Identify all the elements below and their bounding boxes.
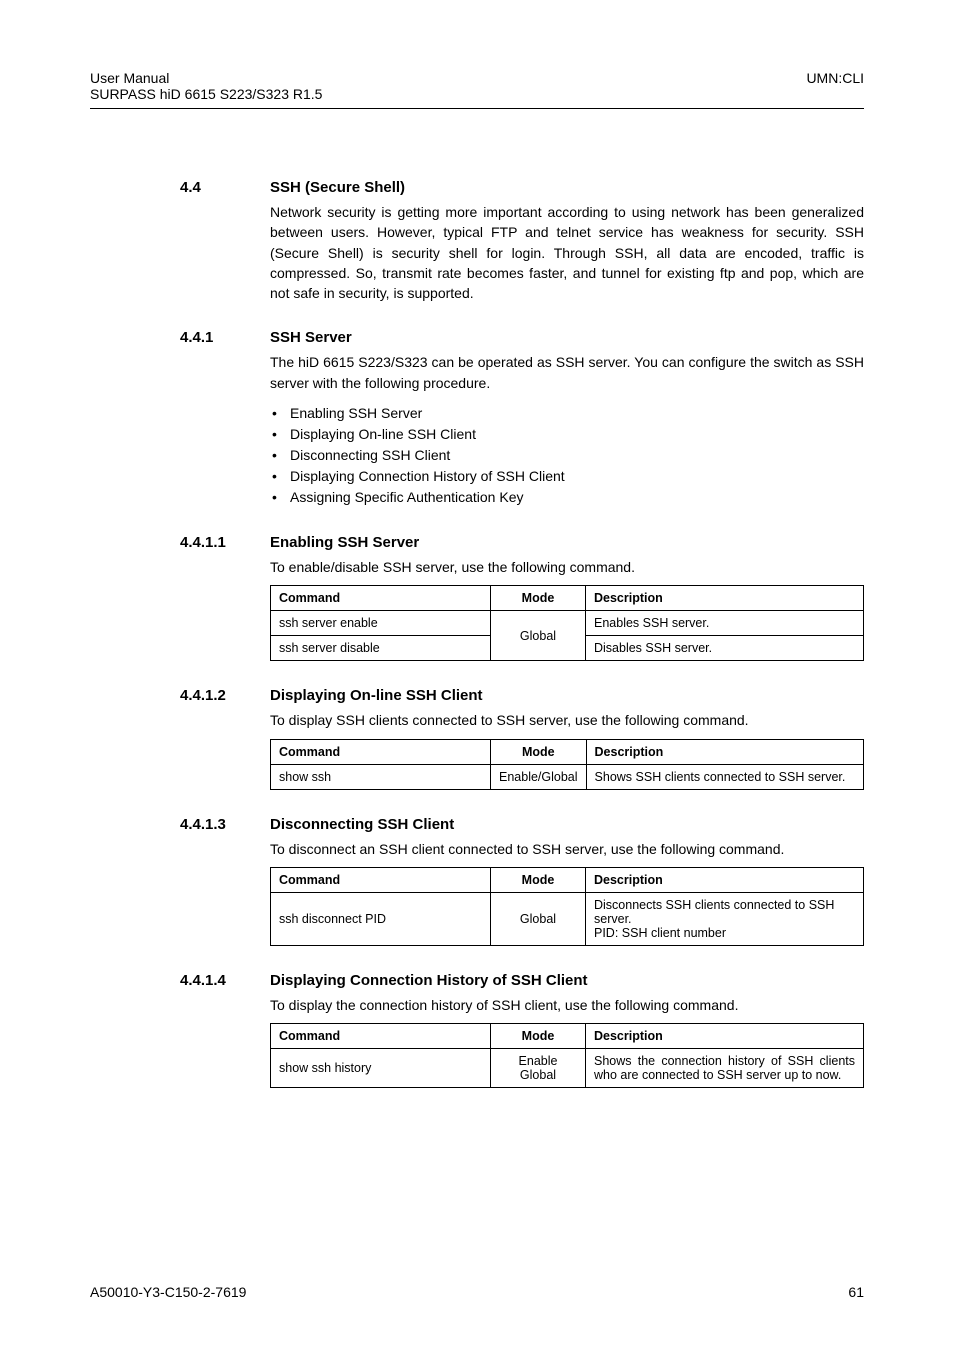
cell-mode: Enable/Global — [491, 764, 587, 789]
cell-command: ssh server disable — [271, 636, 491, 661]
header-right: UMN:CLI — [806, 70, 864, 102]
table-header-row: Command Mode Description — [271, 586, 864, 611]
command-table: Command Mode Description show ssh Enable… — [270, 739, 864, 790]
list-item: Displaying Connection History of SSH Cli… — [270, 466, 864, 487]
table-row: ssh disconnect PID Global Disconnects SS… — [271, 892, 864, 945]
mode-line: Global — [520, 1068, 556, 1082]
command-table: Command Mode Description show ssh histor… — [270, 1023, 864, 1088]
section-number: 4.4.1.2 — [180, 687, 226, 704]
section-display-client: 4.4.1.2 Displaying On-line SSH Client To… — [90, 687, 864, 789]
cell-command: ssh server enable — [271, 611, 491, 636]
section-enable-ssh: 4.4.1.1 Enabling SSH Server To enable/di… — [90, 534, 864, 661]
th-mode: Mode — [491, 739, 587, 764]
th-mode: Mode — [491, 1024, 586, 1049]
list-item: Displaying On-line SSH Client — [270, 424, 864, 445]
th-description: Description — [586, 1024, 864, 1049]
table-row: ssh server enable Global Enables SSH ser… — [271, 611, 864, 636]
th-command: Command — [271, 867, 491, 892]
cell-description: Disconnects SSH clients connected to SSH… — [586, 892, 864, 945]
cell-description: Disables SSH server. — [586, 636, 864, 661]
table-header-row: Command Mode Description — [271, 1024, 864, 1049]
cell-description: Enables SSH server. — [586, 611, 864, 636]
th-description: Description — [586, 586, 864, 611]
command-table: Command Mode Description ssh disconnect … — [270, 867, 864, 946]
table-header-row: Command Mode Description — [271, 739, 864, 764]
section-title: Disconnecting SSH Client — [270, 816, 864, 833]
cell-command: show ssh — [271, 764, 491, 789]
section-paragraph: To disconnect an SSH client connected to… — [270, 839, 864, 859]
bullet-list: Enabling SSH Server Displaying On-line S… — [270, 403, 864, 508]
desc-line: PID: SSH client number — [594, 926, 726, 940]
cell-command: show ssh history — [271, 1049, 491, 1088]
footer-page-number: 61 — [848, 1284, 864, 1300]
th-mode: Mode — [491, 867, 586, 892]
th-command: Command — [271, 1024, 491, 1049]
manual-title: User Manual — [90, 70, 322, 86]
section-paragraph: To display SSH clients connected to SSH … — [270, 710, 864, 730]
page-footer: A50010-Y3-C150-2-7619 61 — [90, 1284, 864, 1300]
th-command: Command — [271, 586, 491, 611]
th-command: Command — [271, 739, 491, 764]
section-title: Displaying On-line SSH Client — [270, 687, 864, 704]
table-row: show ssh Enable/Global Shows SSH clients… — [271, 764, 864, 789]
list-item: Enabling SSH Server — [270, 403, 864, 424]
section-paragraph: Network security is getting more importa… — [270, 202, 864, 303]
cell-mode: Global — [491, 611, 586, 661]
section-ssh: 4.4 SSH (Secure Shell) Network security … — [90, 179, 864, 303]
section-number: 4.4 — [180, 179, 201, 196]
mode-line: Enable — [519, 1054, 558, 1068]
section-ssh-server: 4.4.1 SSH Server The hiD 6615 S223/S323 … — [90, 329, 864, 508]
list-item: Disconnecting SSH Client — [270, 445, 864, 466]
section-title: Displaying Connection History of SSH Cli… — [270, 972, 864, 989]
th-mode: Mode — [491, 586, 586, 611]
section-title: SSH Server — [270, 329, 864, 346]
cell-command: ssh disconnect PID — [271, 892, 491, 945]
section-paragraph: To display the connection history of SSH… — [270, 995, 864, 1015]
page-header: User Manual SURPASS hiD 6615 S223/S323 R… — [90, 70, 864, 109]
section-number: 4.4.1.4 — [180, 972, 226, 989]
footer-doc-number: A50010-Y3-C150-2-7619 — [90, 1284, 246, 1300]
desc-line: Disconnects SSH clients connected to SSH… — [594, 898, 834, 926]
section-paragraph: The hiD 6615 S223/S323 can be operated a… — [270, 352, 864, 393]
cell-mode: Enable Global — [491, 1049, 586, 1088]
section-number: 4.4.1.1 — [180, 534, 226, 551]
list-item: Assigning Specific Authentication Key — [270, 487, 864, 508]
section-title: Enabling SSH Server — [270, 534, 864, 551]
cell-description: Shows SSH clients connected to SSH serve… — [586, 764, 863, 789]
cell-mode: Global — [491, 892, 586, 945]
th-description: Description — [586, 739, 863, 764]
section-number: 4.4.1 — [180, 329, 213, 346]
table-header-row: Command Mode Description — [271, 867, 864, 892]
section-number: 4.4.1.3 — [180, 816, 226, 833]
cell-description: Shows the connection history of SSH clie… — [586, 1049, 864, 1088]
section-disconnect-client: 4.4.1.3 Disconnecting SSH Client To disc… — [90, 816, 864, 946]
section-connection-history: 4.4.1.4 Displaying Connection History of… — [90, 972, 864, 1088]
command-table: Command Mode Description ssh server enab… — [270, 585, 864, 661]
section-paragraph: To enable/disable SSH server, use the fo… — [270, 557, 864, 577]
th-description: Description — [586, 867, 864, 892]
page: User Manual SURPASS hiD 6615 S223/S323 R… — [0, 0, 954, 1350]
table-row: show ssh history Enable Global Shows the… — [271, 1049, 864, 1088]
product-line: SURPASS hiD 6615 S223/S323 R1.5 — [90, 86, 322, 102]
section-title: SSH (Secure Shell) — [270, 179, 864, 196]
header-left: User Manual SURPASS hiD 6615 S223/S323 R… — [90, 70, 322, 102]
